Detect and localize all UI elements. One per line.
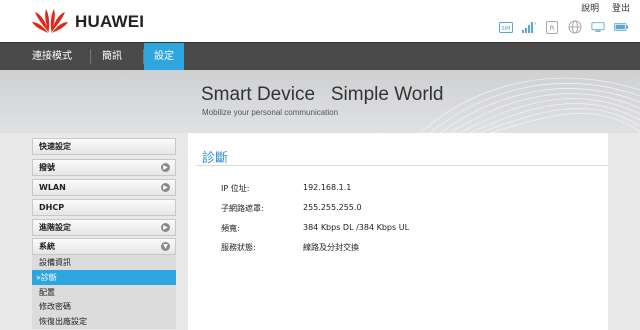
submenu-device-info[interactable]: 設備資訊 — [32, 255, 176, 270]
sidebar-item-wlan[interactable]: WLAN ▶ — [32, 179, 176, 196]
chevron-right-icon: ▶ — [161, 183, 170, 192]
huawei-logo-icon — [32, 9, 68, 33]
header: HUAWEI 說明 登出 SIM H R — [0, 0, 640, 42]
info-row-subnet: 子網路遮罩: 255.255.255.0 — [188, 203, 608, 215]
sidebar-item-label: WLAN — [39, 183, 66, 192]
tab-settings[interactable]: 設定 — [144, 43, 184, 70]
svg-text:H: H — [535, 21, 537, 26]
sidebar-item-label: DHCP — [39, 203, 65, 212]
info-row-ip: IP 位址: 192.168.1.1 — [188, 183, 608, 195]
battery-icon — [614, 20, 628, 34]
globe-icon — [568, 20, 582, 34]
svg-text:SIM: SIM — [502, 26, 511, 32]
main-nav: 連接模式 簡訊 設定 — [0, 42, 640, 70]
banner: Smart Device Simple World Mobilize your … — [0, 70, 640, 133]
subnet-mask-label: 子網路遮罩: — [221, 204, 264, 213]
status-icons: SIM H R — [499, 20, 628, 34]
service-status-value: 線路及分封交換 — [303, 243, 359, 252]
sidebar-item-label: 進階設定 — [39, 223, 71, 232]
tab-connection-mode[interactable]: 連接模式 — [22, 43, 82, 70]
banner-subtitle: Mobilize your personal communication — [202, 108, 339, 117]
help-link[interactable]: 說明 — [581, 4, 599, 14]
submenu-change-password[interactable]: 修改密碼 — [32, 299, 176, 314]
sidebar-item-label: 撥號 — [39, 163, 55, 172]
info-row-service-status: 服務狀態: 線路及分封交換 — [188, 242, 608, 254]
brand-name: HUAWEI — [75, 12, 145, 31]
ip-address-value: 192.168.1.1 — [303, 183, 352, 192]
title-divider — [196, 165, 608, 166]
submenu-diagnosis[interactable]: »診斷 — [32, 270, 176, 285]
roaming-icon: R — [545, 20, 559, 34]
banner-title: Smart Device Simple World — [201, 84, 444, 105]
ip-address-label: IP 位址: — [221, 184, 250, 193]
sim-icon: SIM — [499, 20, 513, 34]
sidebar-item-system[interactable]: 系統 ▼ — [32, 238, 176, 255]
sidebar: 快速設定 撥號 ▶ WLAN ▶ DHCP 進階設定 ▶ 系統 ▼ 設備資訊 »… — [32, 138, 176, 330]
chevron-right-icon: ▶ — [161, 223, 170, 232]
info-row-bandwidth: 頻寬: 384 Kbps DL /384 Kbps UL — [188, 223, 608, 235]
signal-icon: H — [522, 20, 536, 34]
submenu-factory-reset[interactable]: 恢復出廠設定 — [32, 314, 176, 329]
chevron-down-icon: ▼ — [161, 242, 170, 251]
main-content: 診斷 IP 位址: 192.168.1.1 子網路遮罩: 255.255.255… — [188, 133, 608, 330]
submenu-configuration[interactable]: 配置 — [32, 285, 176, 300]
sidebar-item-dhcp[interactable]: DHCP — [32, 199, 176, 216]
bandwidth-label: 頻寬: — [221, 224, 240, 233]
sidebar-item-advanced[interactable]: 進階設定 ▶ — [32, 219, 176, 236]
logout-link[interactable]: 登出 — [612, 4, 630, 14]
top-links: 說明 登出 — [571, 1, 630, 14]
svg-text:R: R — [550, 24, 555, 32]
wifi-icon — [591, 20, 605, 34]
bandwidth-value: 384 Kbps DL /384 Kbps UL — [303, 223, 410, 232]
nav-divider — [90, 49, 91, 64]
sidebar-item-label: 快速設定 — [39, 142, 71, 151]
service-status-label: 服務狀態: — [221, 243, 256, 252]
chevron-right-icon: ▶ — [161, 163, 170, 172]
subnet-mask-value: 255.255.255.0 — [303, 203, 362, 212]
sidebar-item-label: 系統 — [39, 242, 55, 251]
page-title: 診斷 — [202, 151, 229, 166]
sidebar-item-quick-setup[interactable]: 快速設定 — [32, 138, 176, 155]
sidebar-item-dialup[interactable]: 撥號 ▶ — [32, 159, 176, 176]
tab-sms[interactable]: 簡訊 — [92, 43, 132, 70]
